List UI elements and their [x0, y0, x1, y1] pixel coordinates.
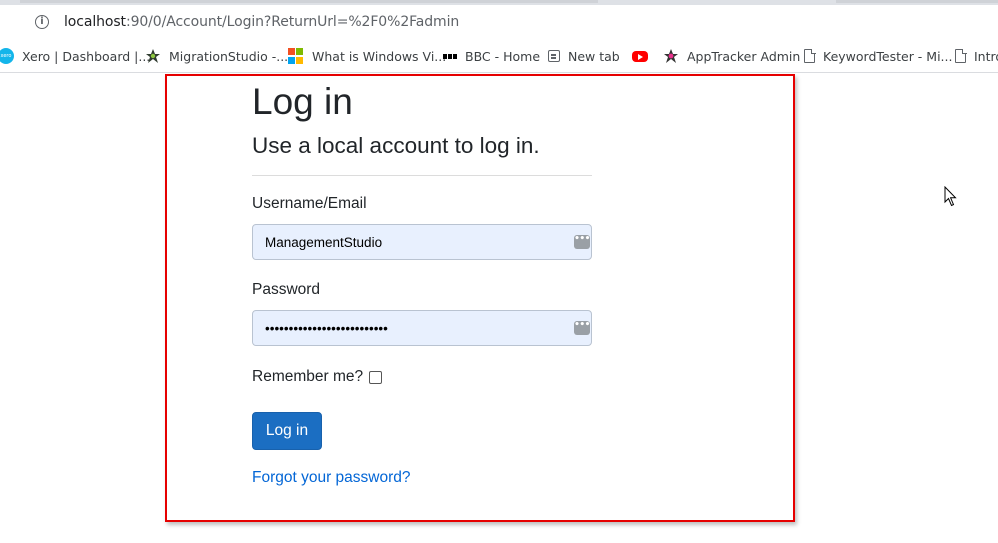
page-title: Log in [252, 81, 353, 122]
remember-me-checkbox[interactable] [369, 370, 383, 384]
url-text[interactable]: localhost:90/0/Account/Login?ReturnUrl=%… [64, 14, 459, 30]
bookmark-intro[interactable]: Intro [955, 40, 998, 72]
migrationstudio-icon [145, 48, 161, 64]
remember-me: Remember me? [252, 368, 383, 386]
document-icon [955, 48, 967, 63]
bookmark-label: BBC - Home [465, 48, 541, 64]
xero-icon: xero [0, 48, 14, 64]
info-icon[interactable]: i [35, 15, 49, 29]
bookmarks-bar: xero Xero | Dashboard |... MigrationStud… [0, 40, 998, 73]
new-tab-icon [548, 50, 560, 62]
bookmark-apptracker[interactable]: AppTracker Admin [663, 40, 800, 72]
bookmark-xero[interactable]: xero Xero | Dashboard |... [0, 40, 150, 72]
page-subtitle: Use a local account to log in. [252, 133, 540, 158]
bookmark-label: KeywordTester - Mi... [823, 48, 953, 64]
bookmark-youtube[interactable] [632, 40, 656, 72]
bbc-icon [443, 48, 457, 64]
username-input[interactable] [252, 224, 592, 260]
apptracker-icon [663, 48, 679, 64]
url-host: localhost [64, 14, 126, 30]
login-button[interactable]: Log in [252, 412, 322, 450]
bookmark-bbc[interactable]: BBC - Home [443, 40, 540, 72]
tab-edge [836, 0, 998, 3]
bookmark-label: What is Windows Vi... [312, 48, 447, 64]
bookmark-label: Intro [974, 48, 998, 64]
microsoft-icon [288, 48, 304, 64]
bookmark-new-tab[interactable]: New tab [548, 40, 620, 72]
bookmark-label: AppTracker Admin [687, 48, 801, 64]
url-path: :90/0/Account/Login?ReturnUrl=%2F0%2Fadm… [125, 14, 460, 30]
youtube-icon [632, 50, 648, 62]
bookmark-keywordtester[interactable]: KeywordTester - Mi... [804, 40, 952, 72]
bookmark-migrationstudio[interactable]: MigrationStudio -... [145, 40, 288, 72]
bookmark-label: MigrationStudio -... [169, 48, 289, 64]
bookmark-label: Xero | Dashboard |... [22, 48, 151, 64]
password-label: Password [252, 281, 321, 298]
bookmark-label: New tab [568, 48, 620, 64]
password-manager-icon[interactable]: ••• [574, 321, 590, 335]
document-icon [804, 48, 816, 63]
bookmark-windows[interactable]: What is Windows Vi... [288, 40, 446, 72]
username-label: Username/Email [252, 195, 367, 212]
address-bar[interactable]: i localhost:90/0/Account/Login?ReturnUrl… [20, 7, 998, 37]
address-bar-row: i localhost:90/0/Account/Login?ReturnUrl… [0, 5, 998, 40]
forgot-password-link[interactable]: Forgot your password? [252, 469, 411, 487]
divider [252, 175, 592, 176]
password-manager-icon[interactable]: ••• [574, 235, 590, 249]
remember-me-label: Remember me? [252, 368, 364, 385]
mouse-cursor-icon [944, 186, 957, 207]
tab-edge [20, 0, 598, 3]
password-input[interactable] [252, 310, 592, 346]
